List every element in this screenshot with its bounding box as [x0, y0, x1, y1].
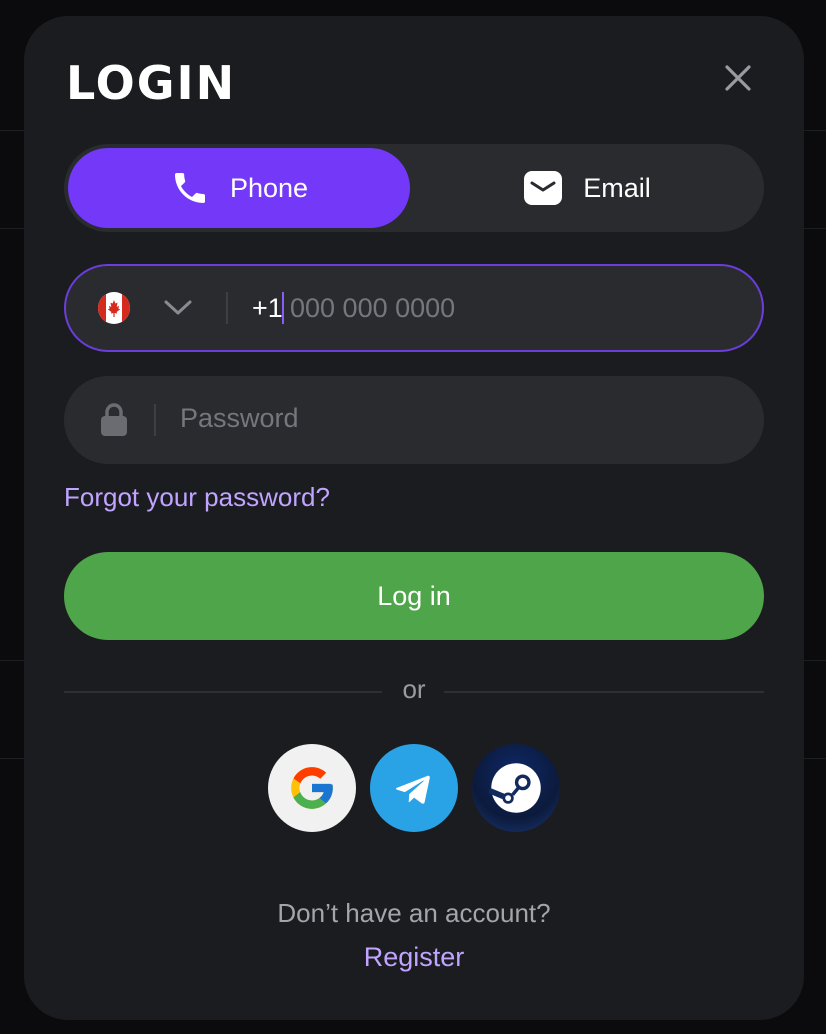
close-icon: [725, 65, 751, 91]
phone-input[interactable]: [290, 288, 730, 328]
or-divider-text: or: [402, 674, 426, 704]
steam-icon: [489, 763, 541, 813]
forgot-password-link[interactable]: Forgot your password?: [64, 482, 330, 513]
lock-icon: [101, 403, 127, 436]
modal-title: LOGIN: [66, 56, 237, 110]
login-method-tabs: Phone Email: [64, 144, 764, 232]
tab-email-label: Email: [583, 172, 651, 203]
chevron-down-icon: [164, 300, 192, 315]
login-modal: LOGIN Phone Email +1 000 000 0000 Forgot…: [24, 16, 804, 1020]
register-link[interactable]: Register: [24, 942, 804, 973]
password-field: [64, 376, 764, 464]
field-divider: [226, 292, 228, 324]
divider-line-left: [64, 691, 382, 693]
text-caret: [282, 292, 284, 324]
steam-login-button[interactable]: [472, 744, 560, 832]
google-login-button[interactable]: [268, 744, 356, 832]
tab-email[interactable]: Email: [414, 148, 760, 228]
canada-flag-icon: [98, 292, 130, 324]
phone-field: +1: [64, 264, 764, 352]
tab-phone-label: Phone: [229, 172, 309, 203]
tab-phone[interactable]: Phone: [68, 148, 410, 228]
password-input[interactable]: [180, 398, 730, 438]
telegram-icon: [396, 775, 430, 804]
telegram-login-button[interactable]: [370, 744, 458, 832]
google-icon: [291, 767, 333, 809]
phone-country-code: +1: [252, 293, 283, 323]
field-divider: [154, 404, 156, 436]
envelope-icon: [524, 171, 563, 205]
phone-icon: [174, 173, 205, 203]
no-account-prompt: Don’t have an account?: [277, 898, 551, 928]
country-dropdown[interactable]: [162, 294, 194, 322]
close-button[interactable]: [716, 56, 760, 100]
login-button[interactable]: Log in: [64, 552, 764, 640]
divider-line-right: [444, 691, 764, 693]
